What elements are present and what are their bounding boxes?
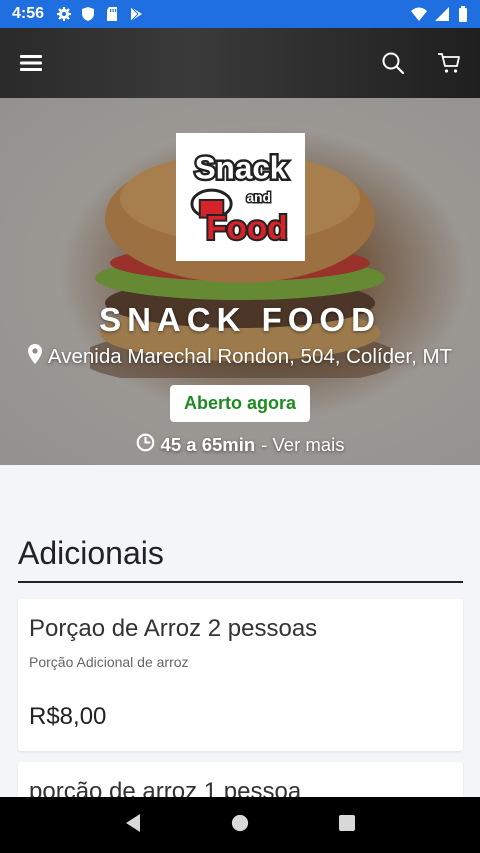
more-info-link[interactable]: - Ver mais [261,434,344,456]
recents-icon[interactable] [338,814,356,837]
item-price: R$8,00 [29,703,107,730]
store-logo: Snack and Food [176,133,305,261]
home-icon[interactable] [231,814,249,837]
play-store-icon [128,6,144,22]
menu-icon[interactable] [18,50,44,76]
clock-icon [136,433,155,457]
system-nav-bar [0,797,480,853]
back-icon[interactable] [124,813,142,838]
section-divider [18,581,463,583]
search-icon[interactable] [380,50,406,76]
open-status-badge: Aberto agora [170,385,310,422]
shield-icon [80,6,96,22]
store-address: Avenida Marechal Rondon, 504, Colíder, M… [0,344,480,370]
delivery-time-value: 45 a 65min [160,434,256,455]
settings-icon [56,6,72,22]
app-bar [0,28,480,98]
logo-word-3: Food [206,210,288,247]
item-name: Porçao de Arroz 2 pessoas [29,615,318,642]
store-name: SNACK FOOD [99,301,381,338]
section-title: Adicionais [18,535,164,571]
item-description: Porção Adicional de arroz [29,654,189,670]
sd-card-icon [104,6,120,22]
logo-word-2: and [246,190,270,205]
signal-icon [434,6,450,22]
menu-content: Adicionais Porçao de Arroz 2 pessoas Por… [0,465,480,797]
status-bar: 4:56 [0,0,480,28]
logo-word-1: Snack [194,150,287,185]
battery-icon [458,6,468,22]
wifi-icon [410,6,427,22]
status-time: 4:56 [12,5,45,22]
address-text: Avenida Marechal Rondon, 504, Colíder, M… [47,345,453,368]
menu-item-card[interactable]: Porçao de Arroz 2 pessoas Porção Adicion… [18,599,463,751]
store-hero: Snack and Food SNACK FOOD Avenida Marech… [0,98,480,465]
location-pin-icon [27,344,42,370]
menu-item-card[interactable]: porção de arroz 1 pessoa [18,762,463,797]
cart-icon[interactable] [436,50,462,76]
delivery-time[interactable]: 45 a 65min - Ver mais [0,433,480,457]
item-name: porção de arroz 1 pessoa [29,778,302,797]
